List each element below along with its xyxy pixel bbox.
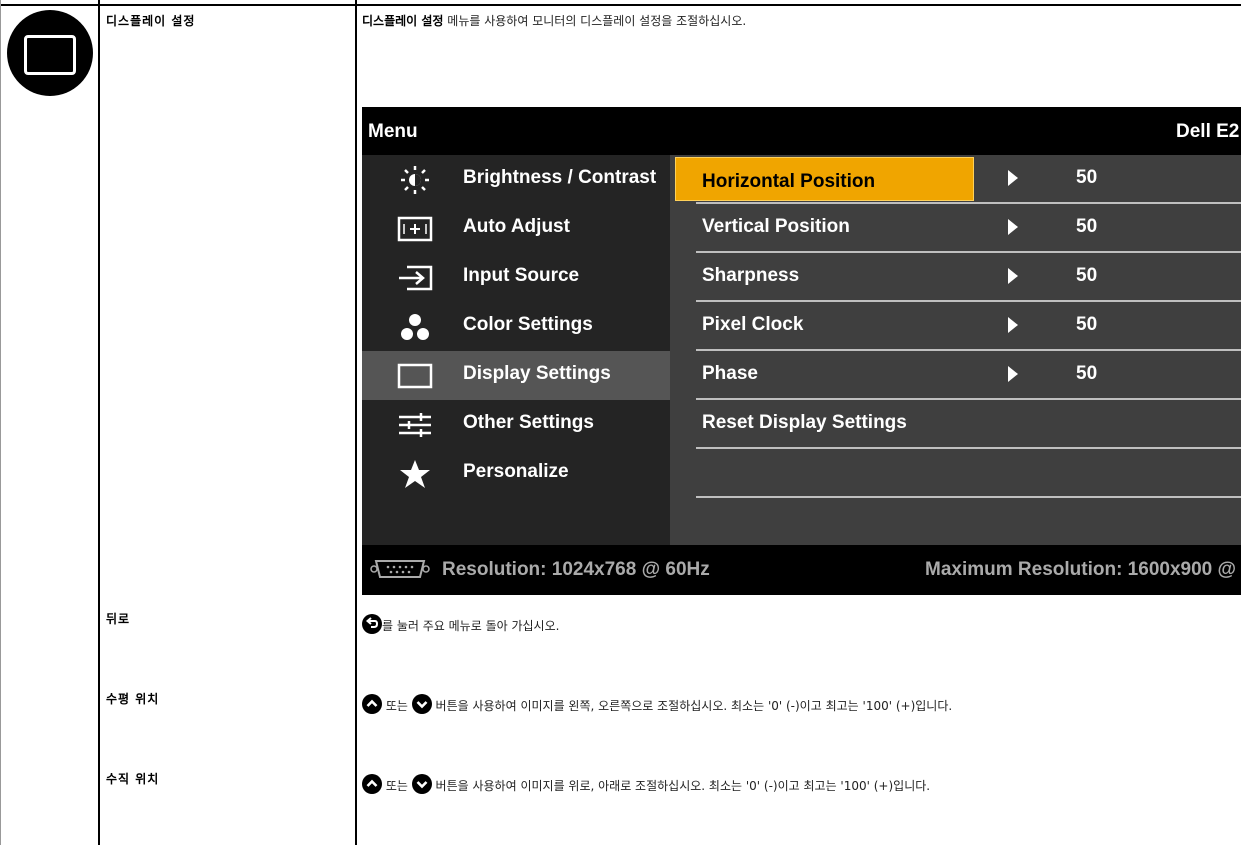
osd-submenu-value: 50 (1076, 167, 1098, 188)
table-left-edge (0, 0, 1, 845)
osd-menu-item-label: Personalize (463, 461, 569, 482)
up-icon (362, 694, 382, 714)
osd-submenu-row-phase: Phase 50 (696, 351, 1241, 400)
arrow-right-icon (1008, 268, 1018, 284)
description-text: 버튼을 사용하여 이미지를 위로, 아래로 조절하십시오. 최소는 '0' (-… (431, 779, 931, 793)
vga-connector-icon (370, 559, 430, 584)
osd-menu-item-auto-adjust: Auto Adjust (362, 204, 670, 253)
description-text: 를 눌러 주요 메뉴로 돌아 가십시오. (382, 619, 560, 633)
osd-submenu-row-sharpness: Sharpness 50 (696, 253, 1241, 302)
osd-submenu-value: 50 (1076, 314, 1098, 335)
back-icon (362, 614, 382, 634)
up-icon (362, 774, 382, 794)
osd-max-resolution: Maximum Resolution: 1600x900 @ (925, 559, 1237, 580)
osd-model: Dell E2 (1176, 121, 1240, 142)
description-text: 메뉴를 사용하여 모니터의 디스플레이 설정을 조절하십시오. (443, 14, 747, 28)
osd-highlight: Horizontal Position (675, 157, 974, 201)
osd-submenu-label: Phase (702, 363, 758, 384)
osd-submenu-value: 50 (1076, 363, 1098, 384)
section-label-display-settings: 디스플레이 설정 (106, 14, 196, 28)
column-divider-1-top (98, 0, 100, 6)
description-text: 버튼을 사용하여 이미지를 왼쪽, 오른쪽으로 조절하십시오. 최소는 '0' … (431, 699, 953, 713)
osd-menu-item-label: Display Settings (463, 363, 611, 384)
section-label-back: 뒤로 (106, 612, 131, 626)
section-label-vertical-position: 수직 위치 (106, 772, 160, 786)
osd-submenu-value: 50 (1076, 216, 1098, 237)
osd-submenu-row-horizontal-position: Horizontal Position 50 (675, 155, 1241, 204)
table-top-border (0, 4, 1241, 6)
osd-menu-item-personalize: Personalize (362, 449, 670, 498)
brightness-icon (395, 166, 435, 194)
section-description-back: 를 눌러 주요 메뉴로 돌아 가십시오. (362, 614, 559, 634)
osd-menu-item-label: Auto Adjust (463, 216, 570, 237)
auto-adjust-icon (395, 215, 435, 243)
section-description-display-settings: 디스플레이 설정 메뉴를 사용하여 모니터의 디스플레이 설정을 조절하십시오. (362, 12, 746, 29)
osd-menu-item-label: Color Settings (463, 314, 593, 335)
osd-main-menu: Brightness / Contrast Auto Adjust Input … (362, 155, 670, 545)
section-description-vertical-position: 또는 버튼을 사용하여 이미지를 위로, 아래로 조절하십시오. 최소는 '0'… (362, 774, 930, 794)
osd-submenu-label: Horizontal Position (702, 171, 876, 192)
arrow-right-icon (1008, 170, 1018, 186)
osd-menu-screenshot: Menu Dell E2 Brightness / Contrast Auto … (362, 107, 1241, 595)
osd-menu-item-other-settings: Other Settings (362, 400, 670, 449)
arrow-right-icon (1008, 317, 1018, 333)
osd-title: Menu (368, 121, 418, 142)
osd-submenu-value: 50 (1076, 265, 1098, 286)
osd-submenu-row-vertical-position: Vertical Position 50 (696, 204, 1241, 253)
description-bold-term: 디스플레이 설정 (362, 14, 444, 28)
osd-submenu-label: Reset Display Settings (702, 412, 907, 433)
osd-submenu-label: Sharpness (702, 265, 800, 286)
osd-submenu-row-reset-display-settings: Reset Display Settings (696, 400, 1241, 449)
description-or: 또는 (382, 699, 412, 713)
down-icon (411, 694, 432, 714)
other-settings-icon (395, 411, 435, 439)
input-source-icon (395, 264, 435, 292)
column-divider-1 (98, 0, 100, 845)
column-divider-2 (355, 0, 357, 845)
osd-menu-item-color-settings: Color Settings (362, 302, 670, 351)
color-settings-icon (395, 313, 435, 341)
description-or: 또는 (382, 779, 412, 793)
osd-menu-item-label: Input Source (463, 265, 580, 286)
osd-menu-item-input-source: Input Source (362, 253, 670, 302)
osd-menu-item-display-settings: Display Settings (362, 351, 670, 400)
osd-resolution: Resolution: 1024x768 @ 60Hz (442, 559, 710, 580)
osd-submenu-label: Pixel Clock (702, 314, 804, 335)
down-icon (411, 774, 432, 794)
arrow-right-icon (1008, 366, 1018, 382)
osd-menu-item-label: Other Settings (463, 412, 594, 433)
osd-submenu-label: Vertical Position (702, 216, 850, 237)
osd-submenu-row-pixel-clock: Pixel Clock 50 (696, 302, 1241, 351)
arrow-right-icon (1008, 219, 1018, 235)
osd-menu-item-brightness-contrast: Brightness / Contrast (362, 155, 670, 204)
star-icon (395, 460, 435, 488)
display-settings-icon (395, 362, 435, 390)
osd-submenu: Horizontal Position 50 Vertical Position… (670, 155, 1241, 545)
osd-menu-item-label: Brightness / Contrast (463, 167, 657, 188)
osd-submenu-row-empty (696, 449, 1241, 498)
section-description-horizontal-position: 또는 버튼을 사용하여 이미지를 왼쪽, 오른쪽으로 조절하십시오. 최소는 '… (362, 694, 952, 714)
display-settings-section-icon (7, 10, 93, 96)
section-label-horizontal-position: 수평 위치 (106, 692, 160, 706)
